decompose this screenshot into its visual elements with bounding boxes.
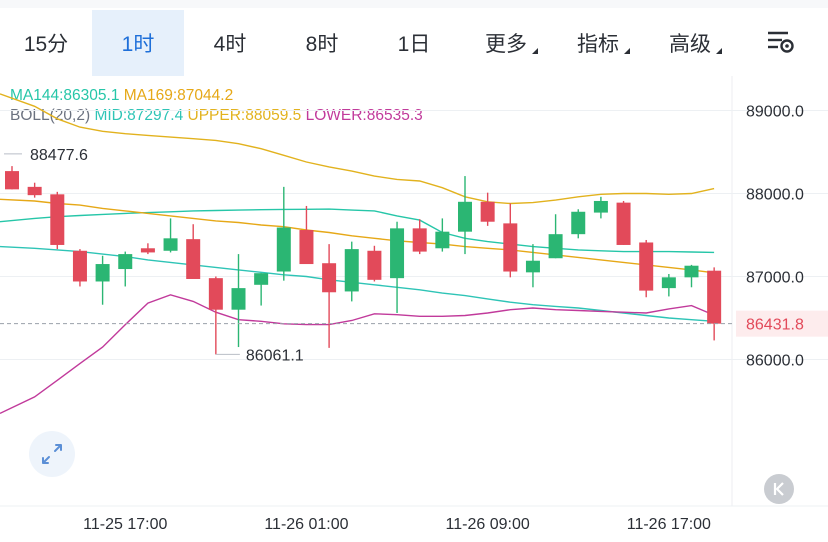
last-price-label: 86431.8 [746,317,804,334]
tab-2[interactable]: 4时 [184,10,276,76]
top-divider [0,0,828,8]
y-tick-label: 88000.0 [746,187,804,204]
candle-body [571,211,586,235]
candle-body [707,270,722,324]
tab-label: 8时 [305,33,339,56]
tab-5[interactable]: 更多 [460,10,552,76]
candle-body [208,278,223,310]
tab-label: 1时 [121,33,155,56]
candle-body [118,254,133,270]
candle-body [140,248,155,253]
candle-body [593,200,608,213]
candle-body [186,239,201,279]
candle-body [163,238,178,251]
x-tick-label: 11-26 17:00 [627,516,711,533]
x-tick-label: 11-25 17:00 [83,516,167,533]
x-tick-label: 11-26 09:00 [446,516,530,533]
candle-body [322,263,337,293]
candle-body [639,242,654,291]
high-annotation: 88477.6 [30,147,88,164]
candle-body [548,234,563,259]
y-tick-label: 86000.0 [746,353,804,370]
y-tick-label: 87000.0 [746,270,804,287]
tab-7[interactable]: 高级 [644,10,736,76]
candle-body [661,277,676,289]
expand-icon[interactable] [29,431,75,477]
candle-body [412,228,427,252]
dropdown-caret-icon [532,42,538,54]
dropdown-caret-icon [624,42,630,54]
candle-body [27,186,42,196]
candle-body [231,288,246,310]
tab-label: 更多 [485,33,527,56]
series-line-lower [0,294,715,415]
toolbar: 15分 1时 4时 8时 1日 更多 指标 高级 [0,0,828,76]
series-line-ma144 [0,208,715,254]
tab-1[interactable]: 1时 [92,10,184,76]
tab-label: 指标 [577,33,619,56]
candle-body [390,228,405,279]
candle-body [458,201,472,232]
tab-4[interactable]: 1日 [368,10,460,76]
candle-body [299,230,314,265]
candle-body [95,264,110,282]
tab-label: 高级 [669,33,711,56]
candle-body [435,231,450,249]
tab-label: 15分 [23,33,69,56]
candle-body [276,227,291,272]
candle-body [344,249,359,292]
candle-body [5,171,19,190]
chart-settings-icon[interactable] [760,26,800,60]
scroll-to-latest-icon[interactable] [764,474,794,504]
candle-body [480,201,495,222]
tab-6[interactable]: 指标 [552,10,644,76]
tab-0[interactable]: 15分 [0,10,92,76]
candlestick-chart[interactable]: 86000.0 87000.0 88000.0 89000.0 11-25 17:00 1… [0,76,828,542]
interval-tabs: 15分 1时 4时 8时 1日 更多 指标 高级 [0,10,736,76]
candle-body [503,223,518,272]
low-annotation: 86061.1 [246,347,304,364]
candle-body [684,265,699,278]
candle-body [616,202,631,245]
candle-body [50,194,65,245]
y-tick-label: 89000.0 [746,104,804,121]
tab-label: 4时 [213,33,247,56]
x-tick-label: 11-26 01:00 [264,516,348,533]
dropdown-caret-icon [716,42,722,54]
candle-body [72,250,87,282]
candle-body [525,260,540,273]
tab-3[interactable]: 8时 [276,10,368,76]
candle-body [367,250,382,280]
candle-body [254,273,269,285]
tab-label: 1日 [397,33,431,56]
